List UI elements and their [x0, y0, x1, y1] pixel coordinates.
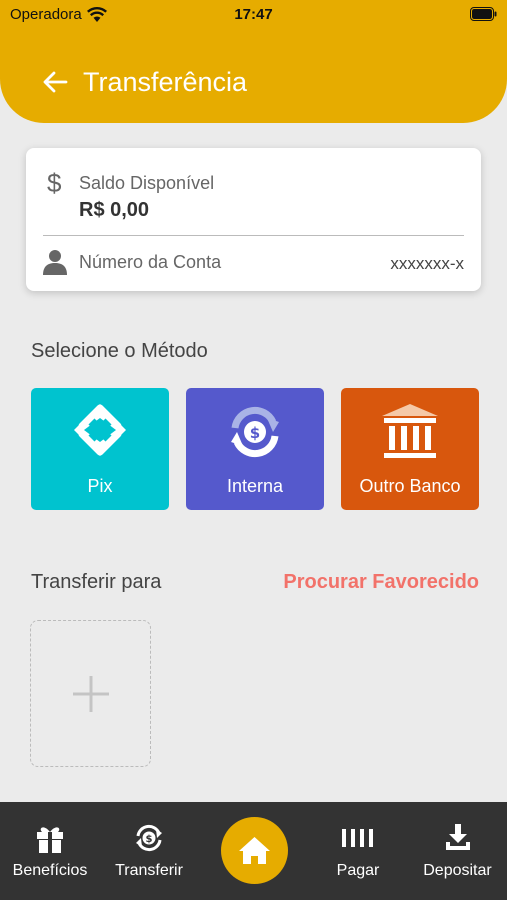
- transfer-to-label: Transferir para: [31, 571, 162, 593]
- balance-label: Saldo Disponível: [79, 173, 215, 193]
- pix-icon: [31, 400, 169, 462]
- battery-icon: [470, 7, 497, 21]
- download-icon: [408, 822, 507, 854]
- method-section-label: Selecione o Método: [31, 340, 208, 362]
- status-time: 17:47: [234, 6, 273, 23]
- method-interna-button[interactable]: $ Interna: [186, 388, 324, 510]
- nav-item-pagar[interactable]: Pagar: [308, 802, 408, 900]
- dollar-icon: $: [47, 168, 62, 198]
- nav-label-beneficios: Benefícios: [12, 862, 88, 879]
- bank-icon: [341, 400, 479, 462]
- card-divider: [43, 235, 464, 236]
- add-recipient-button[interactable]: [30, 620, 151, 767]
- method-pix-button[interactable]: Pix: [31, 388, 169, 510]
- nav-item-transferir[interactable]: $ Transferir: [100, 802, 198, 900]
- person-icon: [43, 250, 67, 275]
- barcode-icon: [308, 822, 408, 854]
- method-pix-label: Pix: [87, 476, 113, 496]
- nav-label-depositar: Depositar: [423, 862, 492, 879]
- search-favorite-link[interactable]: Procurar Favorecido: [283, 571, 479, 594]
- exchange-dollar-icon: $: [186, 400, 324, 462]
- page-title: Transferência: [83, 67, 248, 97]
- nav-label-pagar: Pagar: [336, 862, 380, 879]
- svg-text:$: $: [146, 834, 153, 845]
- svg-text:$: $: [250, 424, 260, 442]
- status-bar: Operadora 17:47: [0, 0, 507, 30]
- balance-value: R$ 0,00: [79, 199, 150, 221]
- plus-icon: [73, 676, 109, 712]
- nav-item-depositar[interactable]: Depositar: [408, 802, 507, 900]
- account-number-value: xxxxxxx-x: [390, 254, 464, 273]
- method-interna-label: Interna: [226, 476, 284, 496]
- home-button[interactable]: [221, 817, 288, 884]
- nav-label-transferir: Transferir: [115, 862, 183, 879]
- nav-item-beneficios[interactable]: Benefícios: [0, 802, 100, 900]
- method-outro-banco-label: Outro Banco: [359, 476, 461, 496]
- account-card: $ Saldo Disponível R$ 0,00 Número da Con…: [26, 148, 481, 291]
- account-number-label: Número da Conta: [79, 252, 222, 272]
- home-icon: [239, 837, 270, 864]
- transfer-icon: $: [100, 822, 198, 854]
- back-arrow-icon[interactable]: [41, 68, 69, 96]
- header-bar: Operadora 17:47 Transferência: [0, 0, 507, 123]
- gift-icon: [0, 822, 100, 854]
- method-outro-banco-button[interactable]: Outro Banco: [341, 388, 479, 510]
